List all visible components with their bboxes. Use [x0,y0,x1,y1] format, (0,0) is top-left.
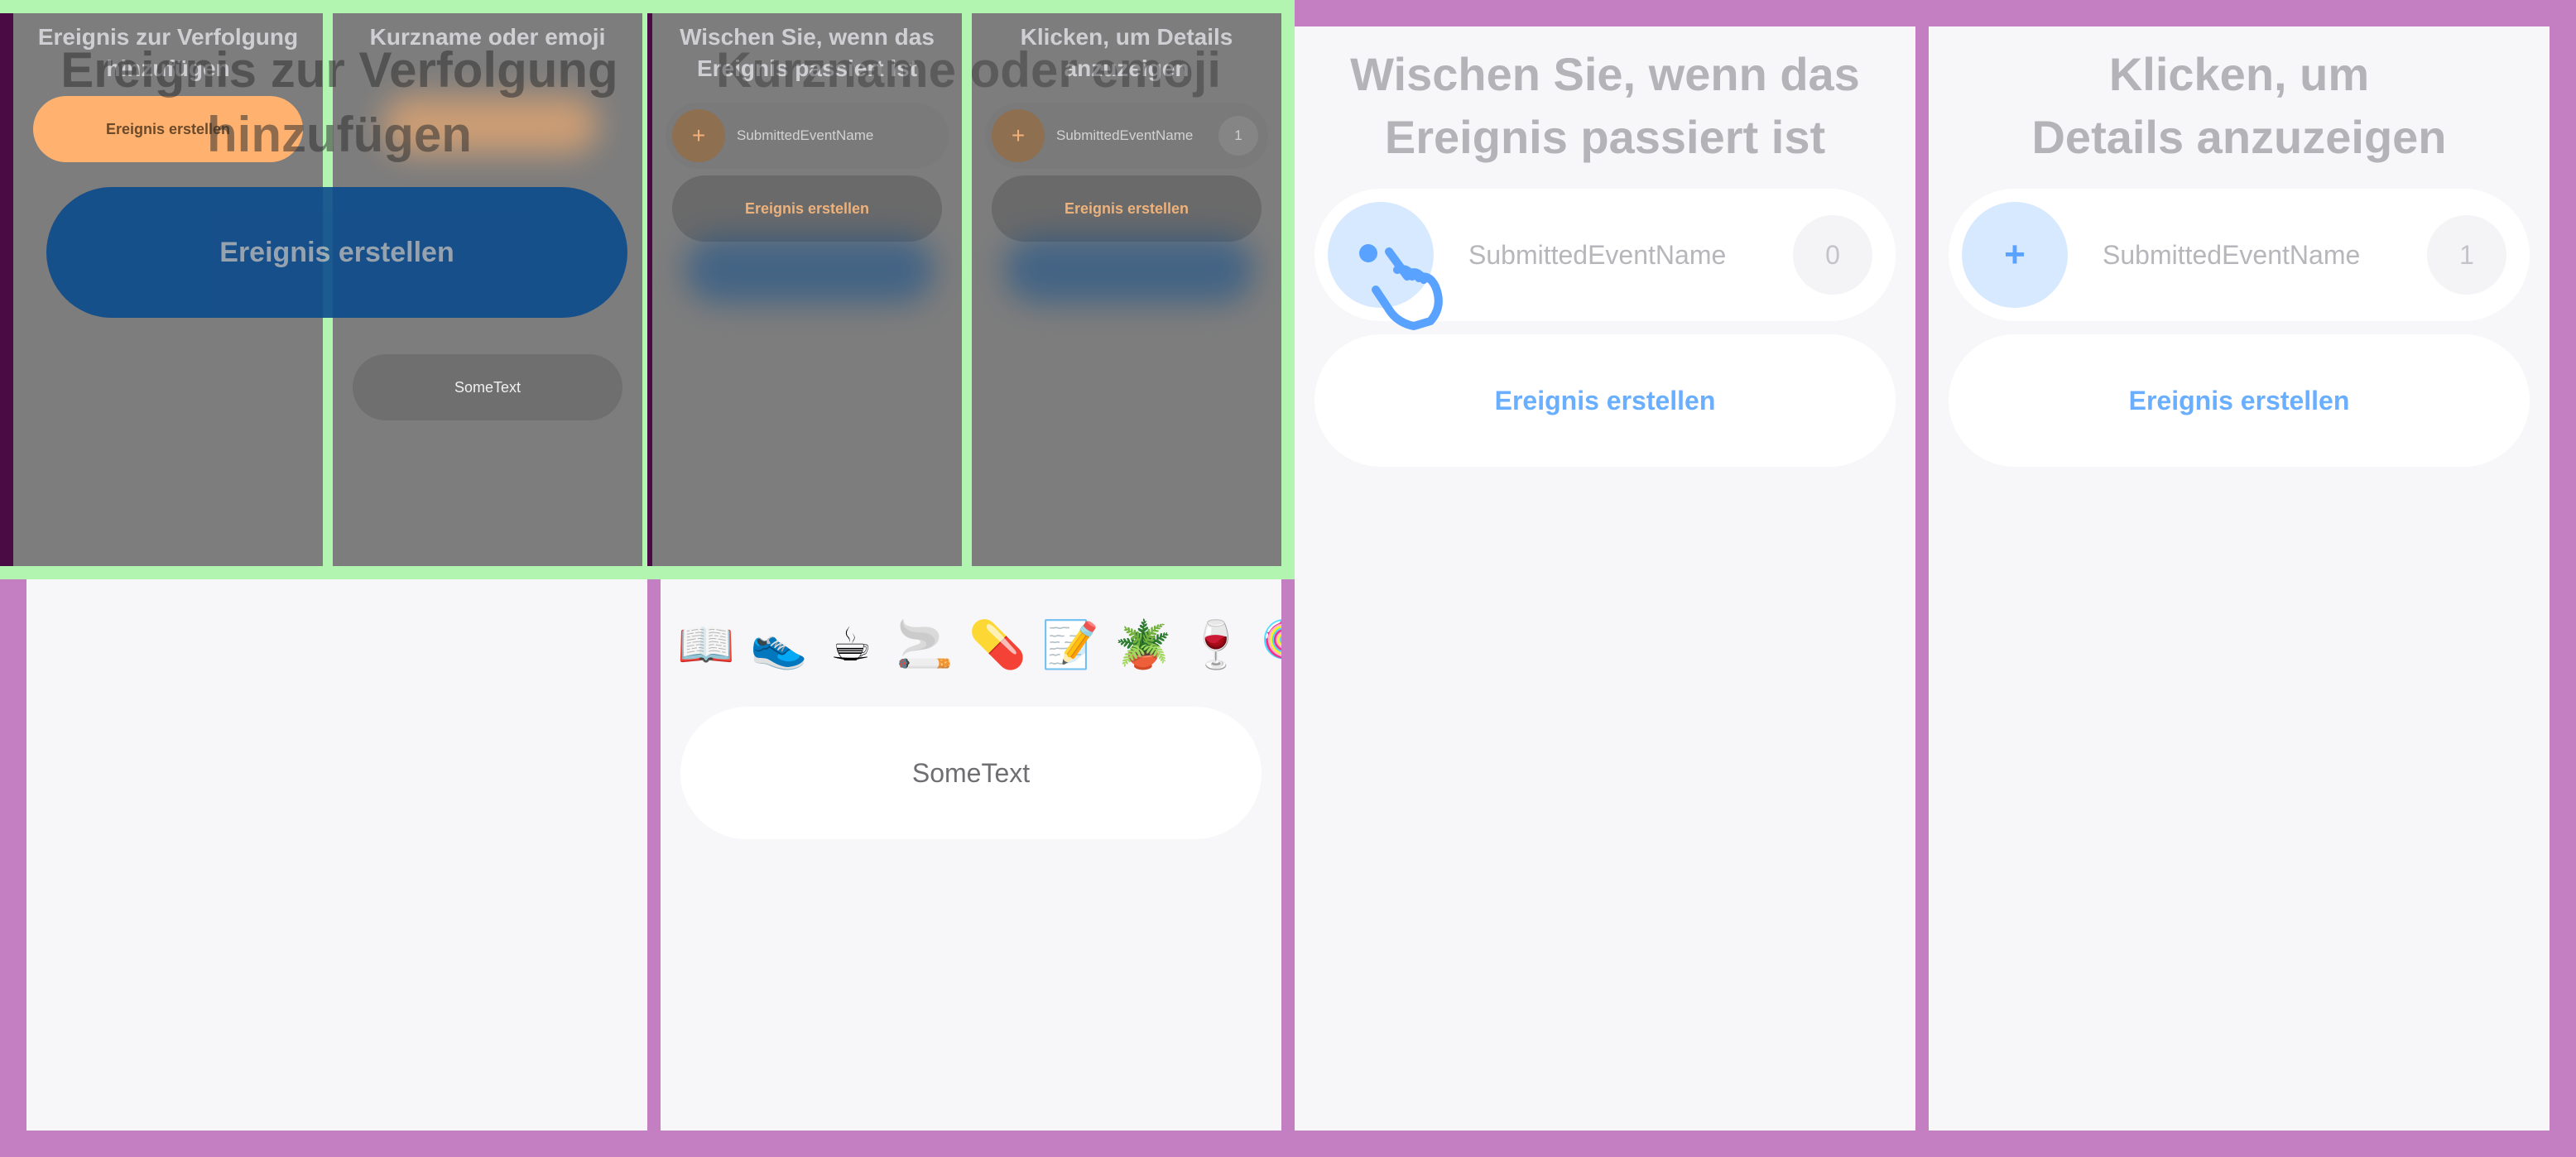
create-event-label: Ereignis erstellen [2128,385,2350,415]
emoji-coffee-icon[interactable]: ☕ [823,617,879,672]
event-row[interactable]: SubmittedEventName 0 [1314,189,1896,330]
create-event-button[interactable]: Ereignis erstellen [1949,334,2530,467]
plus-icon: + [2004,234,2026,275]
short-name-input[interactable]: SomeText [680,707,1262,839]
preview-event-row[interactable]: + SubmittedEventName [666,103,949,169]
create-event-label: Ereignis erstellen [1494,385,1716,415]
page-title: Klicken, um Details anzuzeigen [2031,48,2447,163]
overlay-big-title-right: Kurzname oder emoji [715,42,1222,98]
preview-blur-blob [685,237,934,303]
create-event-button[interactable]: Ereignis erstellen [1314,334,1896,467]
emoji-book-icon[interactable]: 📖 [677,617,735,672]
preview-event-row[interactable]: + SubmittedEventName 1 [985,103,1268,169]
preview-plus-icon[interactable]: + [992,109,1045,162]
add-occurrence-button[interactable]: + [1962,202,2068,308]
emoji-picker[interactable]: 📖 👟 ☕ 🚬 💊 📝 🪴 🍷 🍭 [677,617,1281,672]
emoji-pill-icon[interactable]: 💊 [968,617,1026,672]
emoji-wine-icon[interactable]: 🍷 [1187,617,1245,672]
screen-click-details: Klicken, um Details anzuzeigen + Submitt… [1929,26,2550,1131]
preview-blur-blob [1005,237,1253,303]
emoji-plant-icon[interactable]: 🪴 [1114,617,1172,672]
emoji-memo-icon[interactable]: 📝 [1041,617,1099,672]
event-row[interactable]: + SubmittedEventName 1 [1949,189,2530,321]
overlay-big-button[interactable]: Ereignis erstellen [46,187,627,318]
screen-swipe-event: Wischen Sie, wenn das Ereignis passiert … [1295,26,1915,1131]
page-title: Wischen Sie, wenn das Ereignis passiert … [1350,48,1860,163]
emoji-lollipop-icon[interactable]: 🍭 [1260,617,1281,672]
preview-plus-icon[interactable]: + [672,109,725,162]
overlay-big-title: Ereignis zur Verfolgung hinzufügen [60,42,618,162]
preview-create-button[interactable]: Ereignis erstellen [672,175,942,242]
overlay-big-button-label: Ereignis erstellen [219,236,454,268]
preview-input-value: SomeText [454,378,521,396]
preview-input[interactable]: SomeText [353,354,622,420]
emoji-shoe-icon[interactable]: 👟 [750,617,808,672]
frame-divider [0,13,13,566]
preview-create-label: Ereignis erstellen [744,199,870,217]
preview-event-name: SubmittedEventName [1056,127,1194,143]
preview-event-count: 1 [1218,116,1258,156]
event-count: 1 [2427,215,2506,295]
preview-create-label: Ereignis erstellen [1064,199,1189,217]
event-count: 0 [1793,215,1872,295]
event-name: SubmittedEventName [1468,240,1727,270]
short-name-value: SomeText [911,757,1031,788]
emoji-cigarette-icon[interactable]: 🚬 [896,617,954,672]
preview-create-button[interactable]: Ereignis erstellen [992,175,1262,242]
preview-overlay: Ereignis zur Verfolgung hinzufügen Ereig… [0,0,1295,579]
event-name: SubmittedEventName [2103,240,2361,270]
preview-event-name: SubmittedEventName [737,127,874,143]
